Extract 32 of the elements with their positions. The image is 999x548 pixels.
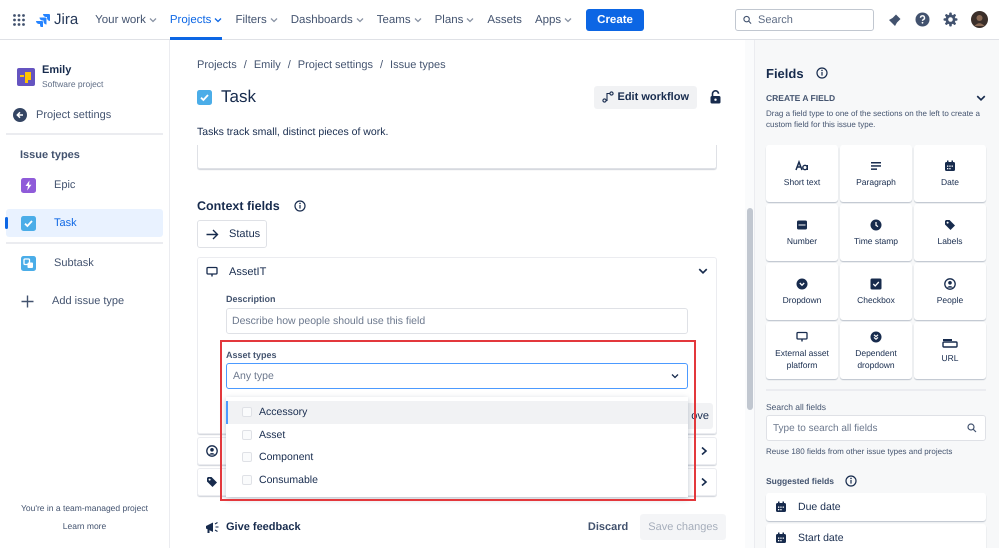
field-label: Search all fields [766, 402, 828, 412]
tile-label: Time stamp [854, 234, 898, 246]
project-note: You're in a team-managed project [21, 503, 148, 513]
breadcrumb-separator: / [288, 58, 291, 73]
help-text: Reuse 180 fields from other issue types and projects [766, 447, 954, 456]
breadcrumb-separator: / [380, 58, 384, 73]
tile-label: Labels [937, 234, 963, 246]
project-name: Emily [42, 64, 72, 76]
project-type: Software project [42, 79, 104, 89]
tile-label: Short text [784, 176, 820, 188]
section-heading: CREATE A FIELD [766, 93, 836, 103]
help-text: Drag a field type to one of the sections on the left to create a custom field for this issue type. [766, 108, 981, 130]
tile-label: Paragraph [856, 176, 896, 188]
section-heading: Suggested fields [766, 476, 834, 486]
tile-label: URL [941, 352, 958, 364]
tile-label: Dependent dropdown [854, 346, 898, 370]
breadcrumb-separator: / [244, 58, 247, 73]
field-label: Description [226, 293, 277, 306]
tile-label: Number [786, 234, 818, 246]
panel-title: Fields [766, 66, 804, 80]
field-label: Asset types [226, 349, 278, 362]
page-title: Task [221, 87, 256, 107]
section-heading: Issue types [20, 149, 81, 161]
issue-type-description: Tasks track small, distinct pieces of work. [197, 125, 390, 140]
field-name: AssetIT [229, 266, 266, 278]
section-heading: Context fields [197, 199, 280, 213]
tile-label: Checkbox [857, 294, 895, 306]
tile-label: Date [941, 176, 959, 188]
product-name: Jira [54, 11, 78, 28]
tile-label: External asset platform [774, 346, 830, 370]
tile-label: People [936, 294, 964, 306]
tile-label: Dropdown [782, 294, 822, 306]
